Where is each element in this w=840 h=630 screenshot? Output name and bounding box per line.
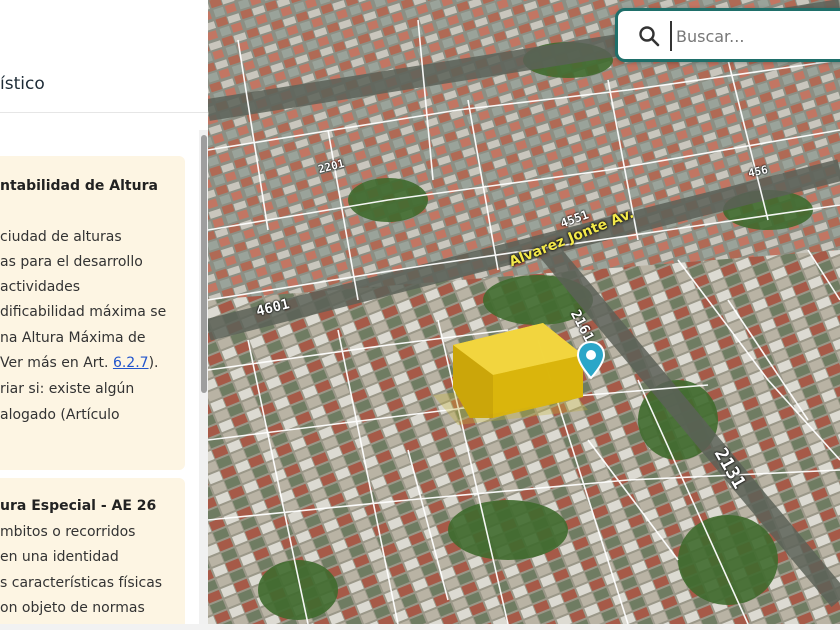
panel-title: ístico xyxy=(0,74,45,94)
card-line: alogado (Artículo xyxy=(0,407,120,423)
card-line: na Altura Máxima de xyxy=(0,330,146,346)
card-line: riar si: existe algún xyxy=(0,381,135,397)
search-box[interactable] xyxy=(615,8,840,62)
card-title: ntabilidad de Altura xyxy=(0,178,158,194)
map-imagery xyxy=(208,0,840,624)
card-line: actividades xyxy=(0,279,81,295)
card-line-text: Ver más en Art. xyxy=(0,355,113,371)
card-line: dificabilidad máxima se xyxy=(0,304,167,320)
info-panel: ístico ntabilidad de Altura ciudad de al… xyxy=(0,0,208,630)
map-3d-view[interactable]: Alvarez Jonte Av. 4551 4601 2161 2131 22… xyxy=(208,0,840,624)
card-line: en una identidad xyxy=(0,549,119,565)
article-link[interactable]: 6.2.7 xyxy=(113,355,149,371)
panel-divider xyxy=(0,112,208,113)
card-title: ura Especial - AE 26 xyxy=(0,498,157,514)
card-line: ciudad de alturas xyxy=(0,229,122,245)
search-icon[interactable] xyxy=(638,25,660,47)
bottom-edge xyxy=(0,624,840,630)
card-line-with-link: Ver más en Art. 6.2.7). xyxy=(0,355,158,371)
search-input[interactable] xyxy=(670,21,840,51)
panel-scrollbar-thumb[interactable] xyxy=(201,135,207,393)
card-line: mbitos o recorridos xyxy=(0,524,136,540)
info-card-altura: ntabilidad de Altura ciudad de alturas a… xyxy=(0,156,185,470)
map-pin-icon[interactable] xyxy=(576,340,606,380)
info-card-ae26: ura Especial - AE 26 mbitos o recorridos… xyxy=(0,478,185,630)
card-line-text: ). xyxy=(148,355,159,371)
card-line: s características físicas xyxy=(0,575,163,591)
card-line: on objeto de normas xyxy=(0,600,145,616)
card-line: as para el desarrollo xyxy=(0,254,143,270)
